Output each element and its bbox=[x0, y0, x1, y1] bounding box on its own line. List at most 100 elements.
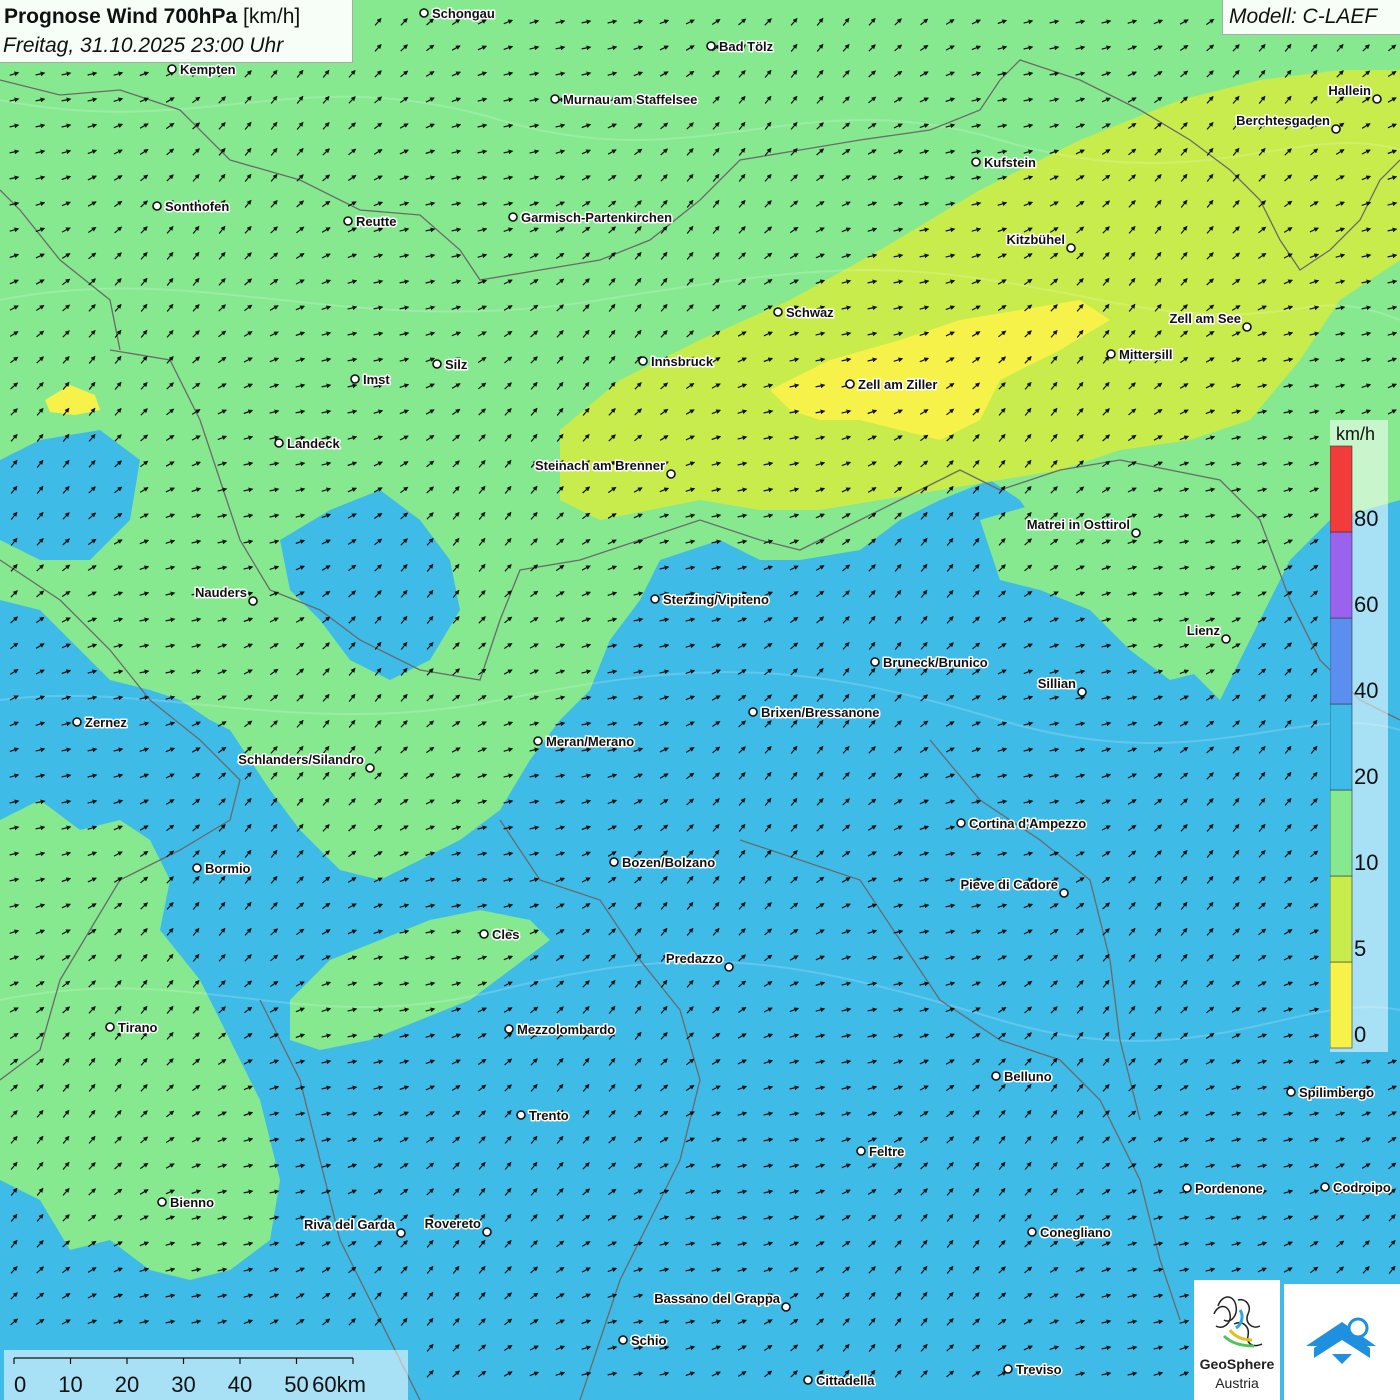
city-label-bormio: Bormio bbox=[205, 861, 251, 876]
city-marker-kufstein[interactable] bbox=[971, 157, 981, 167]
city-marker-bormio[interactable] bbox=[192, 863, 202, 873]
city-marker-mittersill[interactable] bbox=[1106, 349, 1116, 359]
city-marker-zell-am-ziller[interactable] bbox=[845, 379, 855, 389]
city-label-cittadella: Cittadella bbox=[816, 1373, 875, 1388]
city-label-feltre: Feltre bbox=[869, 1144, 904, 1159]
legend-label-0: 0 bbox=[1354, 1022, 1366, 1047]
city-label-bruneck-brunico: Bruneck/Brunico bbox=[883, 655, 988, 670]
city-marker-predazzo[interactable] bbox=[724, 962, 734, 972]
city-label-cles: Cles bbox=[492, 927, 519, 942]
city-marker-sillian[interactable] bbox=[1077, 687, 1087, 697]
legend-swatch-0 bbox=[1330, 961, 1353, 1049]
city-marker-codroipo[interactable] bbox=[1320, 1182, 1330, 1192]
city-marker-innsbruck[interactable] bbox=[638, 356, 648, 366]
map-title-unit: [km/h] bbox=[243, 5, 301, 28]
city-marker-tirano[interactable] bbox=[105, 1022, 115, 1032]
city-marker-schlanders-silandro[interactable] bbox=[365, 763, 375, 773]
city-label-zernez: Zernez bbox=[85, 715, 127, 730]
city-marker-feltre[interactable] bbox=[856, 1146, 866, 1156]
city-label-steinach-am-brenner: Steinach am Brenner bbox=[535, 458, 665, 473]
city-marker-matrei-in-osttirol[interactable] bbox=[1131, 528, 1141, 538]
city-marker-landeck[interactable] bbox=[274, 438, 284, 448]
city-label-silz: Silz bbox=[445, 357, 468, 372]
city-label-spilimbergo: Spilimbergo bbox=[1299, 1085, 1374, 1100]
city-label-tirano: Tirano bbox=[118, 1020, 158, 1035]
legend-label-80: 80 bbox=[1354, 506, 1378, 531]
legend-swatch-5 bbox=[1330, 875, 1353, 963]
city-marker-conegliano[interactable] bbox=[1027, 1227, 1037, 1237]
city-label-lienz: Lienz bbox=[1187, 623, 1221, 638]
city-marker-trento[interactable] bbox=[516, 1110, 526, 1120]
city-marker-cittadella[interactable] bbox=[803, 1375, 813, 1385]
city-label-codroipo: Codroipo bbox=[1333, 1180, 1391, 1195]
city-marker-zell-am-see[interactable] bbox=[1242, 322, 1252, 332]
city-marker-bozen-bolzano[interactable] bbox=[609, 857, 619, 867]
legend-swatch-20 bbox=[1330, 703, 1353, 791]
city-marker-schongau[interactable] bbox=[419, 8, 429, 18]
city-marker-spilimbergo[interactable] bbox=[1286, 1087, 1296, 1097]
city-marker-murnau-am-staffelsee[interactable] bbox=[550, 94, 560, 104]
city-marker-cles[interactable] bbox=[479, 929, 489, 939]
legend-swatch-60 bbox=[1330, 531, 1353, 619]
model-label: Modell: C-LAEF bbox=[1229, 5, 1378, 28]
city-label-conegliano: Conegliano bbox=[1040, 1225, 1111, 1240]
city-marker-kitzbuhel[interactable] bbox=[1066, 243, 1076, 253]
city-marker-mezzolombardo[interactable] bbox=[504, 1024, 514, 1034]
logo-country: Austria bbox=[1215, 1375, 1259, 1391]
city-marker-lienz[interactable] bbox=[1221, 634, 1231, 644]
city-marker-belluno[interactable] bbox=[991, 1071, 1001, 1081]
city-label-imst: Imst bbox=[363, 372, 390, 387]
city-marker-silz[interactable] bbox=[432, 359, 442, 369]
city-label-belluno: Belluno bbox=[1004, 1069, 1052, 1084]
city-label-sonthofen: Sonthofen bbox=[165, 199, 229, 214]
geosphere-logo[interactable]: GeoSphere Austria bbox=[1194, 1280, 1280, 1400]
city-marker-sonthofen[interactable] bbox=[152, 201, 162, 211]
city-marker-schwaz[interactable] bbox=[773, 307, 783, 317]
scale-bar-label: 40 bbox=[228, 1372, 252, 1397]
scale-bar-label: 20 bbox=[115, 1372, 139, 1397]
city-marker-reutte[interactable] bbox=[343, 216, 353, 226]
city-marker-sterzing-vipiteno[interactable] bbox=[650, 594, 660, 604]
city-label-garmisch-partenkirchen: Garmisch-Partenkirchen bbox=[521, 210, 672, 225]
city-marker-nauders[interactable] bbox=[248, 596, 258, 606]
city-marker-treviso[interactable] bbox=[1003, 1364, 1013, 1374]
city-marker-meran-merano[interactable] bbox=[533, 736, 543, 746]
wind-map[interactable]: Schongau Bad Tölz Kempten Murnau am Staffel… bbox=[0, 0, 1400, 1400]
city-marker-schio[interactable] bbox=[618, 1335, 628, 1345]
city-marker-pieve-di-cadore[interactable] bbox=[1059, 888, 1069, 898]
city-marker-zernez[interactable] bbox=[72, 717, 82, 727]
city-marker-bruneck-brunico[interactable] bbox=[870, 657, 880, 667]
city-marker-rovereto[interactable] bbox=[482, 1227, 492, 1237]
city-label-meran-merano: Meran/Merano bbox=[546, 734, 634, 749]
app-logo[interactable] bbox=[1284, 1284, 1400, 1400]
city-label-zell-am-ziller: Zell am Ziller bbox=[858, 377, 937, 392]
city-marker-steinach-am-brenner[interactable] bbox=[666, 469, 676, 479]
city-label-hallein: Hallein bbox=[1328, 83, 1371, 98]
city-label-zell-am-see: Zell am See bbox=[1169, 311, 1241, 326]
city-marker-riva-del-garda[interactable] bbox=[396, 1228, 406, 1238]
map-title-box: Prognose Wind 700hPa [km/h] Freitag, 31.… bbox=[0, 0, 353, 63]
city-label-bad-tolz: Bad Tölz bbox=[719, 39, 774, 54]
city-label-kitzbuhel: Kitzbühel bbox=[1007, 232, 1066, 247]
scale-bar-label: 60km bbox=[312, 1372, 366, 1397]
city-marker-bad-tolz[interactable] bbox=[706, 41, 716, 51]
legend-label-20: 20 bbox=[1354, 764, 1378, 789]
city-marker-imst[interactable] bbox=[350, 374, 360, 384]
city-label-schio: Schio bbox=[631, 1333, 666, 1348]
city-marker-bassano-del-grappa[interactable] bbox=[781, 1302, 791, 1312]
city-marker-bienno[interactable] bbox=[157, 1197, 167, 1207]
legend-swatch-10 bbox=[1330, 789, 1353, 877]
city-marker-hallein[interactable] bbox=[1372, 94, 1382, 104]
city-marker-garmisch-partenkirchen[interactable] bbox=[508, 212, 518, 222]
city-marker-pordenone[interactable] bbox=[1182, 1183, 1192, 1193]
city-marker-brixen-bressanone[interactable] bbox=[748, 707, 758, 717]
city-marker-kempten[interactable] bbox=[167, 64, 177, 74]
city-label-mezzolombardo: Mezzolombardo bbox=[517, 1022, 615, 1037]
scale-bar: 0 10 20 30 40 50 60km bbox=[4, 1350, 408, 1400]
city-label-murnau-am-staffelsee: Murnau am Staffelsee bbox=[563, 92, 697, 107]
forecast-time: Freitag, 31.10.2025 23:00 Uhr bbox=[3, 34, 284, 57]
city-label-rovereto: Rovereto bbox=[425, 1216, 481, 1231]
city-label-kufstein: Kufstein bbox=[984, 155, 1036, 170]
city-marker-berchtesgaden[interactable] bbox=[1331, 124, 1341, 134]
city-marker-cortina-d-ampezzo[interactable] bbox=[956, 818, 966, 828]
